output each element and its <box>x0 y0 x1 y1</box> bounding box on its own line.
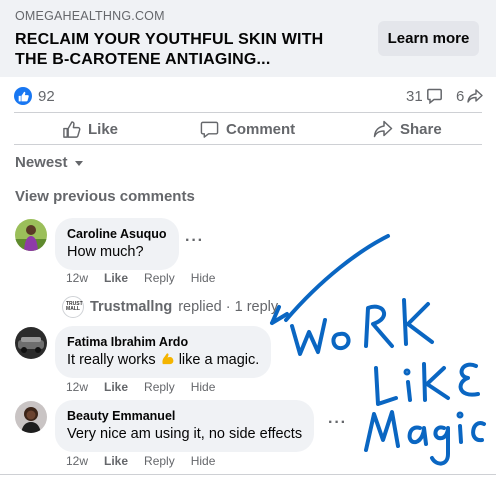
letter-L <box>374 366 398 406</box>
letter-a <box>407 425 428 446</box>
letter-i-dot <box>456 411 464 419</box>
letter-i-dot <box>403 368 411 376</box>
letter-o <box>331 331 351 351</box>
letter-K <box>422 362 450 402</box>
letter-c <box>471 421 486 442</box>
letter-E <box>458 362 480 397</box>
letter-W <box>290 318 327 356</box>
letter-M <box>364 410 400 452</box>
letter-i <box>458 424 463 444</box>
letter-K <box>402 298 434 346</box>
letter-g <box>430 425 450 466</box>
letter-R <box>364 304 394 348</box>
letter-i <box>406 380 412 402</box>
handwritten-annotation <box>270 234 486 466</box>
